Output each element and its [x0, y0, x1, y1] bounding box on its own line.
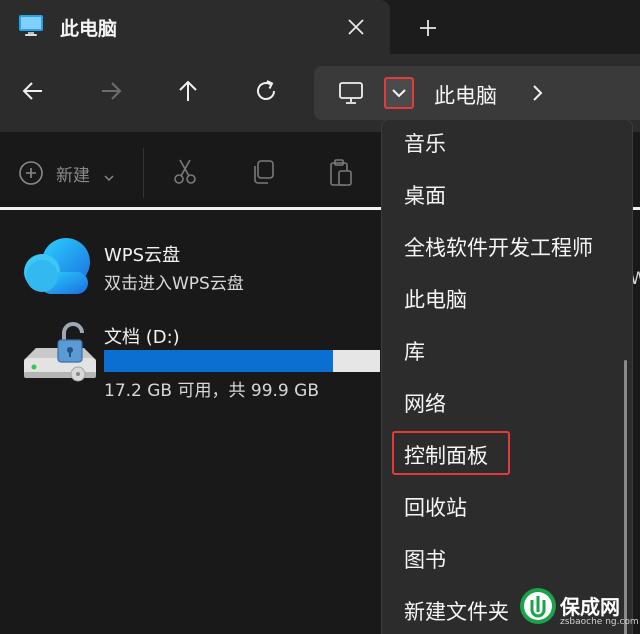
chevron-right-icon[interactable]: [530, 83, 544, 107]
tab-title: 此电脑: [60, 18, 118, 40]
storage-free-text: 17.2 GB 可用，共 99.9 GB: [104, 381, 319, 401]
copy-icon[interactable]: [250, 158, 276, 190]
divider: [143, 148, 144, 198]
cut-icon[interactable]: [172, 158, 198, 190]
storage-progress-fill: [104, 350, 333, 372]
watermark-title: 保成网: [560, 595, 620, 619]
menu-item-recycle-bin[interactable]: 回收站: [404, 492, 467, 522]
monitor-icon: [338, 81, 364, 109]
item-name: 文档 (D:): [104, 327, 180, 348]
tab-this-pc[interactable]: 此电脑: [0, 0, 390, 54]
menu-item-books[interactable]: 图书: [404, 544, 446, 574]
menu-item-music[interactable]: 音乐: [404, 128, 446, 158]
highlight-box: [392, 431, 510, 475]
watermark-url: zsbaoche ng.com: [560, 617, 639, 627]
forward-arrow-icon[interactable]: [98, 78, 124, 108]
breadcrumb-dropdown-menu: 音乐 桌面 全栈软件开发工程师 此电脑 库 网络 控制面板 回收站 图书 新建文…: [381, 119, 633, 634]
menu-item-this-pc[interactable]: 此电脑: [404, 284, 467, 314]
watermark-logo-icon: [518, 586, 558, 630]
item-name: WPS云盘: [104, 245, 181, 266]
storage-progress-bar: [104, 350, 380, 372]
menu-item-libraries[interactable]: 库: [404, 336, 425, 366]
new-button[interactable]: 新建: [56, 161, 90, 186]
close-icon[interactable]: [346, 17, 366, 41]
scrollbar[interactable]: [624, 360, 627, 634]
address-location[interactable]: 此电脑: [434, 80, 497, 110]
refresh-icon[interactable]: [253, 78, 279, 108]
chevron-down-icon[interactable]: [104, 167, 114, 186]
menu-item-network[interactable]: 网络: [404, 388, 446, 418]
up-arrow-icon[interactable]: [175, 78, 201, 108]
menu-item-fullstack[interactable]: 全栈软件开发工程师: [404, 232, 593, 262]
menu-item-desktop[interactable]: 桌面: [404, 180, 446, 210]
back-arrow-icon[interactable]: [20, 78, 46, 108]
title-bar: 此电脑: [0, 0, 640, 54]
item-description: 双击进入WPS云盘: [104, 274, 244, 294]
address-bar[interactable]: 此电脑: [314, 66, 640, 120]
drive-lock-icon: [20, 322, 100, 388]
monitor-icon: [18, 14, 44, 42]
plus-icon[interactable]: [418, 18, 438, 42]
new-plus-icon[interactable]: [18, 160, 44, 190]
cloud-icon: [18, 234, 96, 300]
chevron-down-icon[interactable]: [384, 77, 414, 109]
menu-item-new-folder[interactable]: 新建文件夹: [404, 596, 509, 626]
paste-icon[interactable]: [328, 158, 354, 192]
